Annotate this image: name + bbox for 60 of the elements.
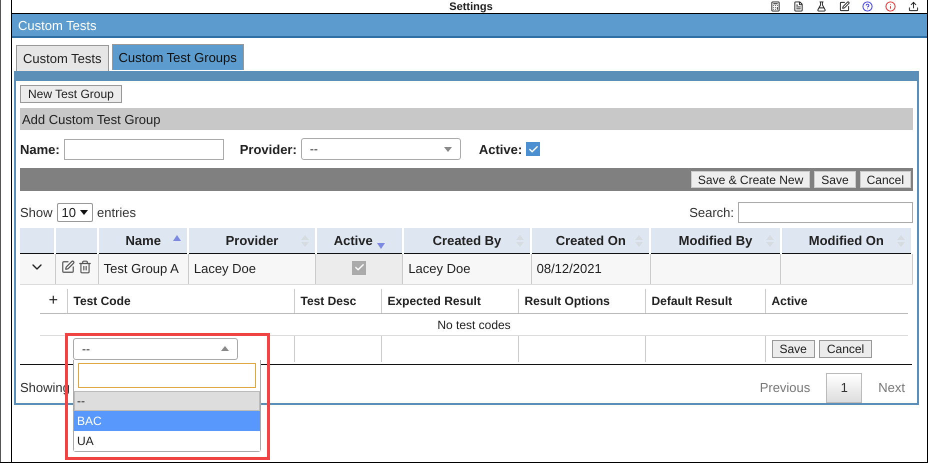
- caret-icon: [80, 210, 88, 214]
- app-title: Settings: [448, 0, 494, 12]
- column-header[interactable]: Provider: [188, 228, 316, 253]
- calculator-icon[interactable]: [770, 1, 781, 12]
- empty-message: No test codes: [437, 318, 511, 332]
- column-header: Expected Result: [388, 294, 481, 308]
- column-header[interactable]: Name: [98, 228, 188, 253]
- caret-icon: [444, 146, 452, 152]
- next-link[interactable]: Next: [878, 380, 905, 395]
- test-code-select[interactable]: --: [73, 338, 238, 360]
- info-icon[interactable]: [885, 1, 896, 12]
- new-group-button[interactable]: New Test Group: [20, 85, 122, 103]
- document-icon[interactable]: [793, 1, 804, 12]
- row-save-button[interactable]: Save: [772, 340, 815, 358]
- flask-icon[interactable]: [816, 1, 827, 12]
- active-label: Active:: [478, 142, 522, 156]
- column-header[interactable]: Modified On: [780, 228, 912, 253]
- table-cell: 08/12/2021: [536, 261, 602, 276]
- form-title: Add Custom Test Group: [22, 112, 160, 126]
- page-button[interactable]: 1: [826, 372, 862, 402]
- table-cell: Test Group A: [104, 261, 179, 276]
- active-checkbox[interactable]: [526, 142, 540, 156]
- row-cancel-button[interactable]: Cancel: [818, 340, 872, 358]
- entries-label: entries: [97, 204, 136, 220]
- trash-icon[interactable]: [78, 260, 92, 274]
- table-cell: Lacey Doe: [408, 261, 470, 276]
- name-label: Name:: [20, 142, 60, 156]
- search-label: Search:: [689, 204, 734, 220]
- form-action-button[interactable]: Save & Create New: [690, 171, 810, 188]
- column-header: Default Result: [652, 294, 732, 308]
- help-icon[interactable]: [862, 1, 873, 12]
- column-header: Active: [772, 294, 808, 308]
- caret-icon: [221, 346, 229, 352]
- section-title: Custom Tests: [18, 18, 97, 32]
- dropdown-search-field[interactable]: [78, 362, 256, 388]
- check-icon: [528, 144, 539, 154]
- provider-label: Provider:: [240, 142, 297, 156]
- tab[interactable]: Custom Test Groups: [112, 44, 244, 70]
- previous-link[interactable]: Previous: [760, 380, 810, 395]
- column-header[interactable]: Active: [316, 228, 403, 253]
- form-action-button[interactable]: Save: [814, 171, 856, 188]
- column-header: Test Desc: [300, 294, 356, 308]
- tab[interactable]: Custom Tests: [16, 45, 109, 71]
- column-header: Test Code: [74, 294, 131, 308]
- edit-icon[interactable]: [60, 260, 75, 274]
- add-code-button[interactable]: +: [48, 292, 58, 309]
- table-cell: Lacey Doe: [194, 261, 256, 276]
- column-header[interactable]: Created By: [402, 228, 532, 253]
- column-header: Result Options: [524, 294, 610, 308]
- column-header[interactable]: Created On: [531, 228, 650, 253]
- edit-icon[interactable]: [839, 1, 850, 12]
- search-field[interactable]: [738, 202, 913, 222]
- entries-select[interactable]: 10: [56, 202, 93, 222]
- provider-select[interactable]: --: [300, 138, 461, 160]
- show-label: Show: [20, 204, 53, 220]
- form-action-button[interactable]: Cancel: [860, 171, 911, 188]
- dropdown-option[interactable]: --: [74, 390, 260, 411]
- name-field[interactable]: [64, 138, 224, 160]
- upload-icon[interactable]: [908, 1, 919, 12]
- column-header[interactable]: Modified By: [650, 228, 781, 253]
